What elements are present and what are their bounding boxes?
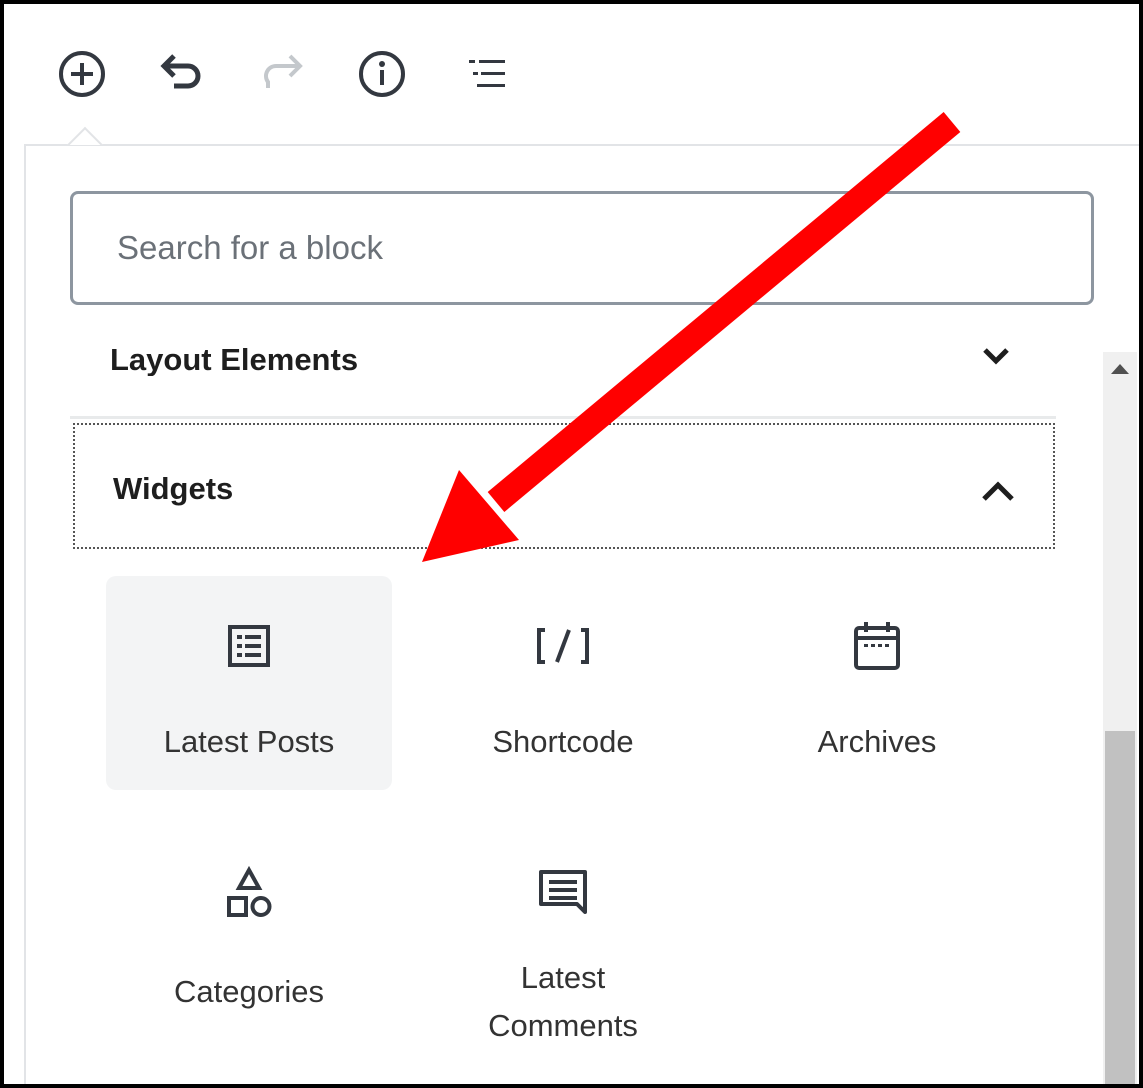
undo-icon	[160, 54, 201, 89]
scroll-up-arrow-icon[interactable]	[1111, 364, 1129, 374]
chevron-up-icon	[982, 481, 1014, 501]
panel-divider	[70, 416, 1056, 419]
block-label: Latest Comments	[488, 960, 638, 1043]
calendar-icon	[854, 622, 900, 670]
block-label: Categories	[174, 974, 324, 1009]
editor-toolbar	[4, 4, 1139, 144]
block-categories[interactable]: Categories	[106, 830, 392, 1044]
block-label: Shortcode	[492, 724, 634, 759]
block-latest-comments[interactable]: Latest Comments	[420, 830, 706, 1044]
scrollbar-thumb[interactable]	[1105, 731, 1135, 1084]
block-search-input[interactable]: Search for a block	[70, 191, 1094, 305]
add-block-button[interactable]	[54, 46, 110, 102]
block-navigation-button[interactable]	[459, 46, 515, 102]
categories-icon	[227, 866, 272, 917]
editor-frame: Search for a block Layout Elements Widge…	[0, 0, 1143, 1088]
block-label: Archives	[817, 724, 937, 759]
comment-icon	[539, 870, 587, 914]
block-shortcode[interactable]: Shortcode	[420, 576, 706, 790]
redo-icon	[264, 54, 303, 88]
plus-circle-icon	[59, 51, 105, 97]
block-label: Latest Posts	[163, 724, 335, 759]
panel-title-layout-elements: Layout Elements	[110, 342, 359, 376]
list-view-icon	[228, 625, 270, 667]
shortcode-icon	[537, 628, 589, 664]
undo-button[interactable]	[154, 46, 210, 102]
panel-layout-elements[interactable]: Layout Elements	[70, 314, 1070, 376]
block-latest-posts[interactable]: Latest Posts	[106, 576, 392, 790]
panel-widgets-toggle[interactable]: Widgets	[73, 423, 1055, 549]
redo-button[interactable]	[254, 46, 310, 102]
block-archives[interactable]: Archives	[734, 576, 1020, 790]
popover-arrow	[64, 123, 104, 145]
list-icon	[469, 60, 505, 87]
info-icon	[359, 51, 405, 97]
chevron-down-icon	[983, 348, 1009, 365]
search-placeholder: Search for a block	[117, 229, 383, 266]
panel-title-widgets: Widgets	[113, 471, 234, 506]
info-button[interactable]	[354, 46, 410, 102]
